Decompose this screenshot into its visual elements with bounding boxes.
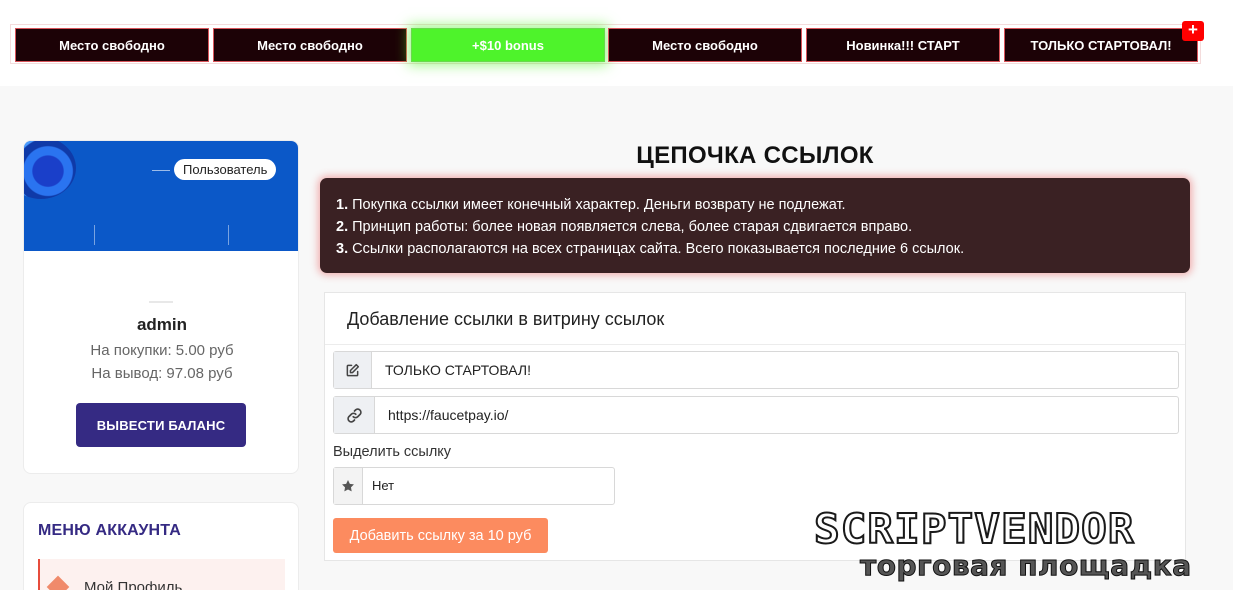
menu-item-my-profile[interactable]: Мой Профиль xyxy=(38,559,285,590)
profile-card: Пользователь admin На покупки: 5.00 руб … xyxy=(23,140,299,474)
avatar xyxy=(149,301,173,303)
diamond-icon xyxy=(46,575,70,590)
star-icon xyxy=(334,468,363,504)
watermark-title: SCRIPTVENDOR xyxy=(813,505,1135,553)
banner-tick xyxy=(228,225,229,245)
chain-link-2[interactable]: Место свободно xyxy=(213,28,407,62)
highlight-label: Выделить ссылку xyxy=(333,444,452,460)
chain-link-4[interactable]: Место свободно xyxy=(608,28,802,62)
account-menu-title: МЕНЮ АККАУНТА xyxy=(38,522,181,539)
rules-box: 1. Покупка ссылки имеет конечный характе… xyxy=(320,178,1190,273)
rule-text: Ссылки располагаются на всех страницах с… xyxy=(348,241,965,257)
highlight-select-value: Нет xyxy=(372,478,395,493)
role-badge: Пользователь xyxy=(174,159,277,180)
chain-link-1[interactable]: Место свободно xyxy=(15,28,209,62)
banner-tick xyxy=(94,225,95,245)
link-icon xyxy=(334,397,375,433)
link-url-input[interactable] xyxy=(388,397,1168,433)
chain-link-bonus[interactable]: +$10 bonus xyxy=(411,28,605,62)
link-chain: Место свободно Место свободно +$10 bonus… xyxy=(10,24,1201,64)
add-link-button[interactable]: Добавить ссылку за 10 руб xyxy=(333,518,548,553)
highlight-select[interactable]: Нет xyxy=(333,467,615,505)
rule-1: 1. Покупка ссылки имеет конечный характе… xyxy=(336,194,1174,216)
withdraw-balance-button[interactable]: ВЫВЕСТИ БАЛАНС xyxy=(76,403,246,447)
add-link-badge[interactable]: + xyxy=(1182,21,1204,41)
username: admin xyxy=(136,315,188,334)
form-title: Добавление ссылки в витрину ссылок xyxy=(347,309,665,329)
link-chain-bar: Место свободно Место свободно +$10 bonus… xyxy=(0,0,1233,86)
page-title: ЦЕПОЧКА ССЫЛОК xyxy=(636,142,874,169)
chain-link-6[interactable]: ТОЛЬКО СТАРТОВАЛ! xyxy=(1004,28,1198,62)
edit-icon xyxy=(334,352,372,388)
account-menu: МЕНЮ АККАУНТА Мой Профиль xyxy=(23,502,299,590)
banner-line xyxy=(152,170,170,171)
banner-decoration xyxy=(24,141,76,199)
rule-3: 3. Ссылки располагаются на всех страница… xyxy=(336,238,1174,260)
rule-number: 2. xyxy=(336,219,349,235)
profile-banner: Пользователь xyxy=(24,141,298,251)
withdraw-balance: На вывод: 97.08 руб xyxy=(91,365,233,382)
watermark-logo: SCRIPTVENDOR торговая площадка xyxy=(812,505,1222,584)
menu-item-label: Мой Профиль xyxy=(84,579,183,590)
rule-number: 3. xyxy=(336,241,349,257)
rule-text: Принцип работы: более новая появляется с… xyxy=(348,219,913,235)
rule-text: Покупка ссылки имеет конечный характер. … xyxy=(348,197,846,213)
chain-link-5[interactable]: Новинка!!! СТАРТ xyxy=(806,28,1000,62)
watermark-subtitle: торговая площадка xyxy=(860,549,1192,582)
link-text-group xyxy=(333,351,1179,389)
rule-2: 2. Принцип работы: более новая появляетс… xyxy=(336,216,1174,238)
purchase-balance: На покупки: 5.00 руб xyxy=(90,342,234,359)
form-header: Добавление ссылки в витрину ссылок xyxy=(325,293,1185,345)
link-text-input[interactable] xyxy=(385,352,1165,388)
rule-number: 1. xyxy=(336,197,349,213)
link-url-group xyxy=(333,396,1179,434)
